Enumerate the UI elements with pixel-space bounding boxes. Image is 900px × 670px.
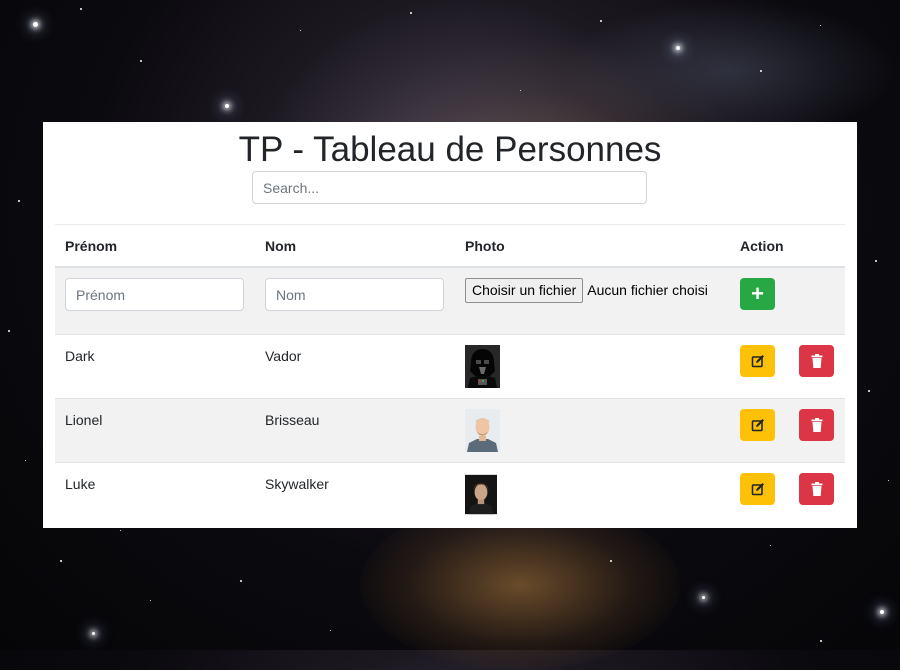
edit-button[interactable] xyxy=(740,408,775,441)
table-row: Lionel Brisseau xyxy=(55,397,845,462)
luke-skywalker-photo xyxy=(465,474,497,514)
edit-button[interactable] xyxy=(740,472,775,505)
trash-icon xyxy=(811,353,822,368)
add-person-row: Choisir un fichierAucun fichier choisi + xyxy=(55,266,845,334)
add-person-button[interactable]: + xyxy=(740,278,775,310)
table-row: Luke Skywalker xyxy=(55,461,845,526)
cell-last-name: Brisseau xyxy=(255,397,455,462)
first-name-input[interactable] xyxy=(65,278,244,311)
table-header-row: Prénom Nom Photo Action xyxy=(55,224,845,268)
column-header-last-name: Nom xyxy=(255,224,455,268)
column-header-photo: Photo xyxy=(455,224,730,268)
search-input[interactable] xyxy=(252,171,647,204)
plus-icon: + xyxy=(751,281,764,306)
man-portrait-photo xyxy=(465,408,500,452)
delete-button[interactable] xyxy=(799,472,834,505)
delete-button[interactable] xyxy=(799,344,834,377)
cell-last-name: Skywalker xyxy=(255,461,455,526)
cell-last-name: Vador xyxy=(255,333,455,398)
darth-vader-photo xyxy=(465,344,500,388)
edit-icon xyxy=(751,482,764,495)
column-header-action: Action xyxy=(730,224,845,268)
file-status-text: Aucun fichier choisi xyxy=(587,282,708,298)
cell-first-name: Luke xyxy=(55,461,255,526)
cell-first-name: Lionel xyxy=(55,397,255,462)
trash-icon xyxy=(811,417,822,432)
edit-icon xyxy=(751,354,764,367)
trash-icon xyxy=(811,481,822,496)
last-name-input[interactable] xyxy=(265,278,444,311)
main-panel: TP - Tableau de Personnes Prénom Nom Pho… xyxy=(43,122,857,528)
edit-icon xyxy=(751,418,764,431)
page-title: TP - Tableau de Personnes xyxy=(238,130,662,169)
table-row: Dark Vador xyxy=(55,333,845,398)
column-header-first-name: Prénom xyxy=(55,224,255,268)
delete-button[interactable] xyxy=(799,408,834,441)
cell-first-name: Dark xyxy=(55,333,255,398)
choose-file-button[interactable]: Choisir un fichier xyxy=(465,278,584,303)
persons-table: Prénom Nom Photo Action Choisir un fichi… xyxy=(55,224,845,526)
edit-button[interactable] xyxy=(740,344,775,377)
